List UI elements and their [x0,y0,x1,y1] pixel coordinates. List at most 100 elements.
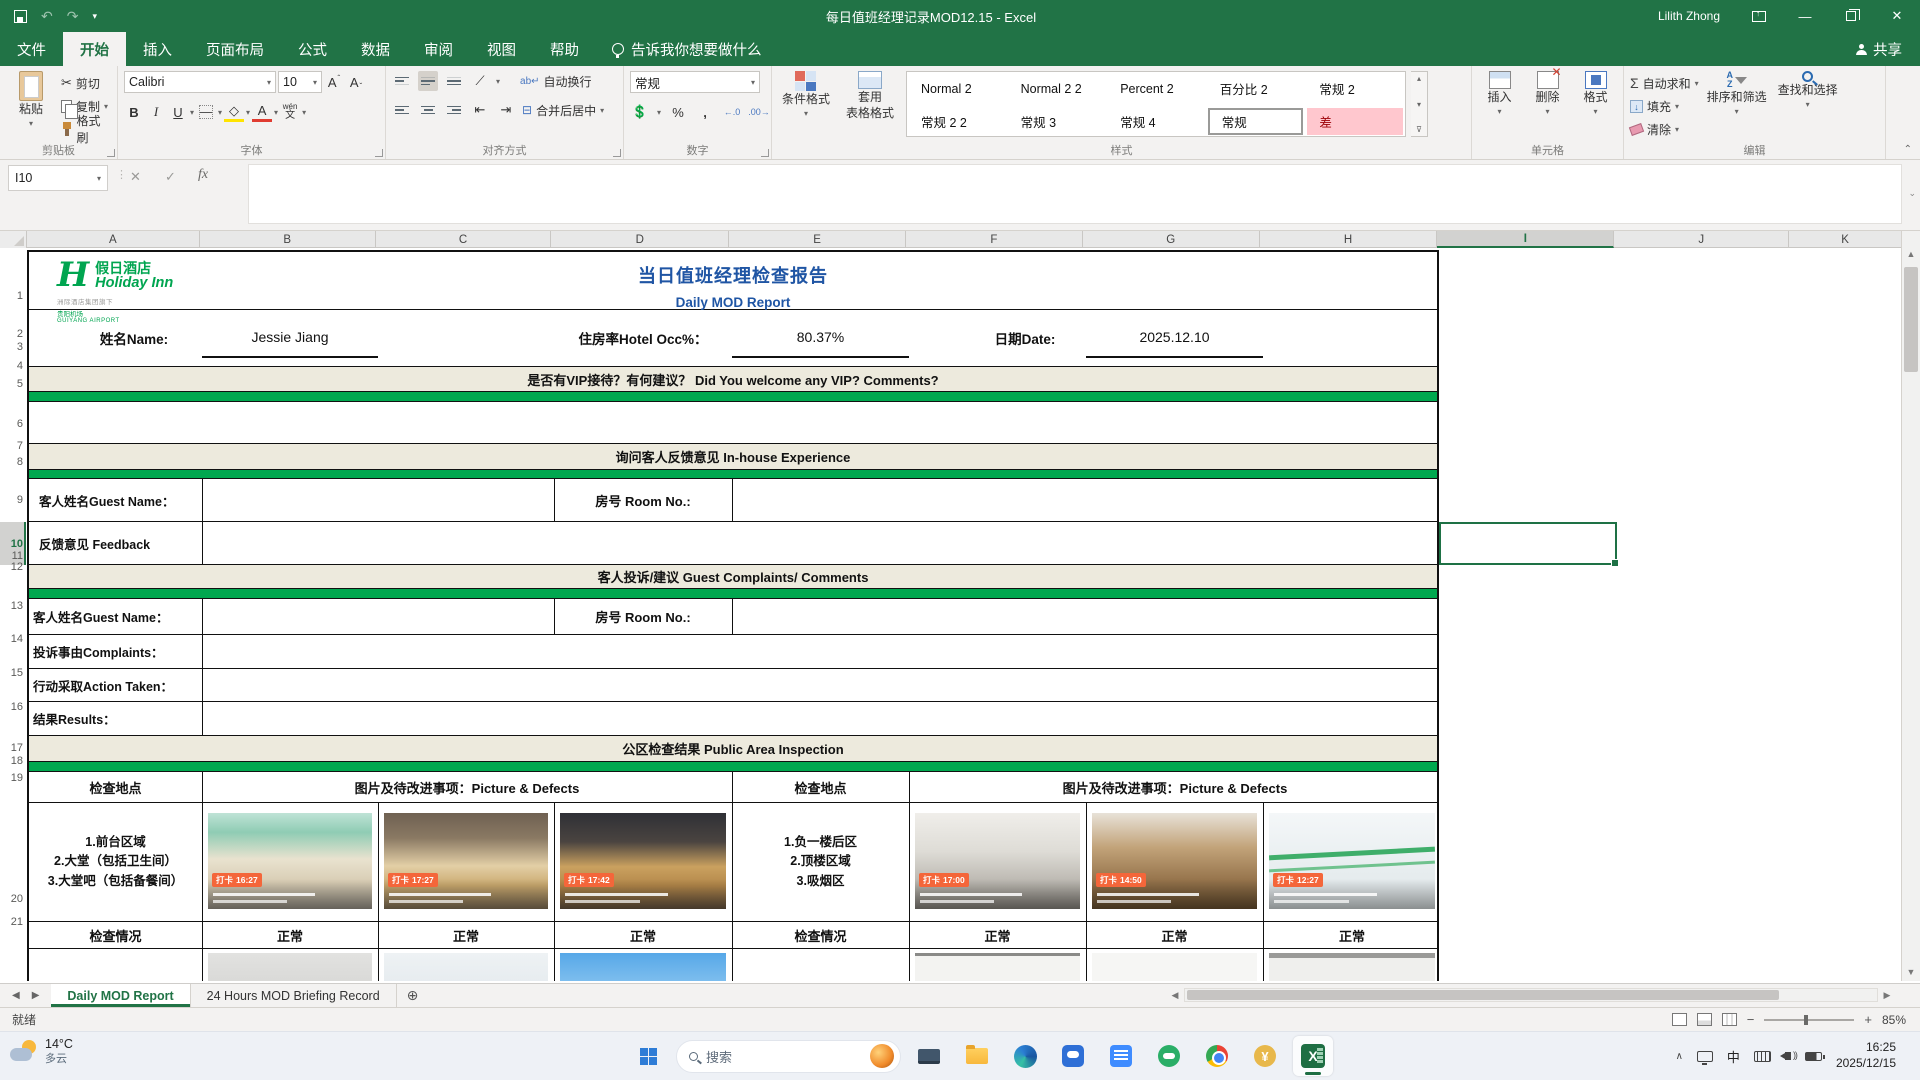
tab-view[interactable]: 视图 [470,32,533,66]
row-header[interactable]: 1 [0,290,23,302]
horizontal-scroll-thumb[interactable] [1187,990,1779,1000]
italic-button[interactable]: I [146,102,166,122]
paste-button[interactable]: 粘贴 ▾ [6,71,56,143]
taskbar-app-finance[interactable]: ¥ [1245,1036,1285,1076]
increase-decimal-icon[interactable]: ←.0 [722,102,742,122]
new-sheet-button[interactable]: ⊕ [397,984,429,1007]
status-normal[interactable]: 正常 [1263,922,1441,948]
taskbar-file-explorer[interactable] [957,1036,997,1076]
section-public-header[interactable]: 公区检查结果 Public Area Inspection [27,736,1439,762]
style-changgui3[interactable]: 常规 3 [1009,108,1105,135]
taskbar-excel-active[interactable]: X [1293,1036,1333,1076]
row-header[interactable]: 15 [0,667,23,679]
style-normal22[interactable]: Normal 2 2 [1009,75,1105,102]
row-header[interactable]: 7 [0,440,23,452]
row-header[interactable]: 18 [0,755,23,767]
column-header-d[interactable]: D [551,231,729,248]
start-button[interactable] [628,1036,668,1076]
style-changgui4[interactable]: 常规 4 [1108,108,1204,135]
taskbar-chrome[interactable] [1197,1036,1237,1076]
grow-font-button[interactable]: Aˆ [324,72,344,92]
align-left-icon[interactable] [392,100,412,120]
row-header[interactable]: 17 [0,742,23,754]
top-align-icon[interactable] [392,71,412,91]
orientation-button[interactable]: ⟋ [470,71,490,91]
paste-dropdown-icon[interactable]: ▾ [29,119,33,128]
select-all-corner[interactable] [0,231,27,248]
underline-button[interactable]: U [168,102,188,122]
format-cells-button[interactable]: 格式▾ [1574,71,1617,143]
active-cell-i10[interactable] [1439,522,1617,565]
percent-style-icon[interactable]: % [668,102,688,122]
style-baifenbi2[interactable]: 百分比 2 [1208,75,1304,102]
wrap-text-button[interactable]: ab↵自动换行 [520,71,592,91]
zoom-slider[interactable] [1764,1019,1854,1021]
phonetic-button[interactable]: wén 文 [280,102,300,122]
status-normal[interactable]: 正常 [378,922,554,948]
column-header-a[interactable]: A [27,231,200,248]
expand-formula-bar-icon[interactable]: ⌄ [1908,188,1916,199]
taskbar-clock[interactable]: 16:25 2025/12/15 [1836,1040,1896,1071]
row-header[interactable]: 16 [0,701,23,713]
zoom-in-icon[interactable]: + [1864,1012,1872,1027]
row-header[interactable]: 8 [0,456,23,468]
column-header-h[interactable]: H [1260,231,1438,248]
row-header[interactable]: 19 [0,772,23,784]
autosum-button[interactable]: 自动求和▾ [1630,73,1699,93]
font-color-button[interactable]: A [252,102,272,122]
name-value[interactable]: Jessie Jiang [202,318,378,358]
row-header[interactable]: 6 [0,418,23,430]
tab-help[interactable]: 帮助 [533,32,596,66]
column-header-e[interactable]: E [729,231,906,248]
inspection-photo-rooftop[interactable]: 打卡12:27 [1269,813,1435,909]
decrease-decimal-icon[interactable]: .00→ [749,102,769,122]
occupancy-value[interactable]: 80.37% [732,318,909,358]
number-format-combo[interactable]: 常规▾ [630,71,760,93]
save-icon[interactable] [14,10,27,23]
tell-me-box[interactable]: 告诉我你想要做什么 [596,32,778,66]
column-header-f[interactable]: F [906,231,1083,248]
number-dialog-launcher[interactable] [761,149,769,157]
display-tray-icon[interactable] [1697,1051,1713,1062]
confirm-entry-icon[interactable]: ✓ [165,169,176,185]
sheet-tab-daily-mod-report[interactable]: Daily MOD Report [51,984,190,1007]
partial-photo[interactable] [384,953,548,981]
bold-button[interactable]: B [124,102,144,122]
taskbar-app-remote[interactable] [1101,1036,1141,1076]
tab-data[interactable]: 数据 [344,32,407,66]
conditional-formatting-button[interactable]: 条件格式▾ [778,71,834,143]
styles-gallery-scrollbar[interactable]: ▴▾⊽ [1411,71,1428,137]
sheet-tab-24h-briefing[interactable]: 24 Hours MOD Briefing Record [191,984,397,1007]
align-right-icon[interactable] [444,100,464,120]
insert-cells-button[interactable]: 插入▾ [1478,71,1521,143]
share-button[interactable]: 共享 [1838,32,1920,66]
restore-button[interactable] [1828,0,1874,32]
row-header[interactable]: 9 [0,494,23,506]
status-normal[interactable]: 正常 [909,922,1086,948]
cut-button[interactable]: 剪切 [61,73,111,93]
tab-review[interactable]: 审阅 [407,32,470,66]
ribbon-display-options-button[interactable] [1736,0,1782,32]
section-complaints-header[interactable]: 客人投诉/建议 Guest Complaints/ Comments [27,565,1439,589]
insert-function-icon[interactable]: fx [198,167,208,183]
style-changgui-selected[interactable]: 常规 [1208,108,1304,135]
formula-input[interactable] [248,164,1902,224]
cancel-entry-icon[interactable]: ✕ [130,169,141,185]
status-normal[interactable]: 正常 [202,922,378,948]
taskbar-weather-widget[interactable]: 14°C 多云 [10,1037,73,1066]
underline-dropdown-icon[interactable]: ▾ [190,108,194,117]
font-name-combo[interactable]: Calibri▾ [124,71,276,93]
tab-page-layout[interactable]: 页面布局 [189,32,281,66]
middle-align-icon[interactable] [418,71,438,91]
font-size-combo[interactable]: 10▾ [278,71,322,93]
style-normal2[interactable]: Normal 2 [909,75,1005,102]
partial-photo[interactable] [208,953,372,981]
status-normal[interactable]: 正常 [554,922,732,948]
row-header[interactable]: 4 [0,360,23,372]
fill-color-button[interactable]: ◇ [224,102,244,122]
name-box[interactable]: I10▾ [8,165,108,191]
column-header-k[interactable]: K [1789,231,1901,248]
taskbar-edge[interactable] [1005,1036,1045,1076]
style-changgui2[interactable]: 常规 2 [1307,75,1403,102]
taskbar-app-green[interactable] [1149,1036,1189,1076]
